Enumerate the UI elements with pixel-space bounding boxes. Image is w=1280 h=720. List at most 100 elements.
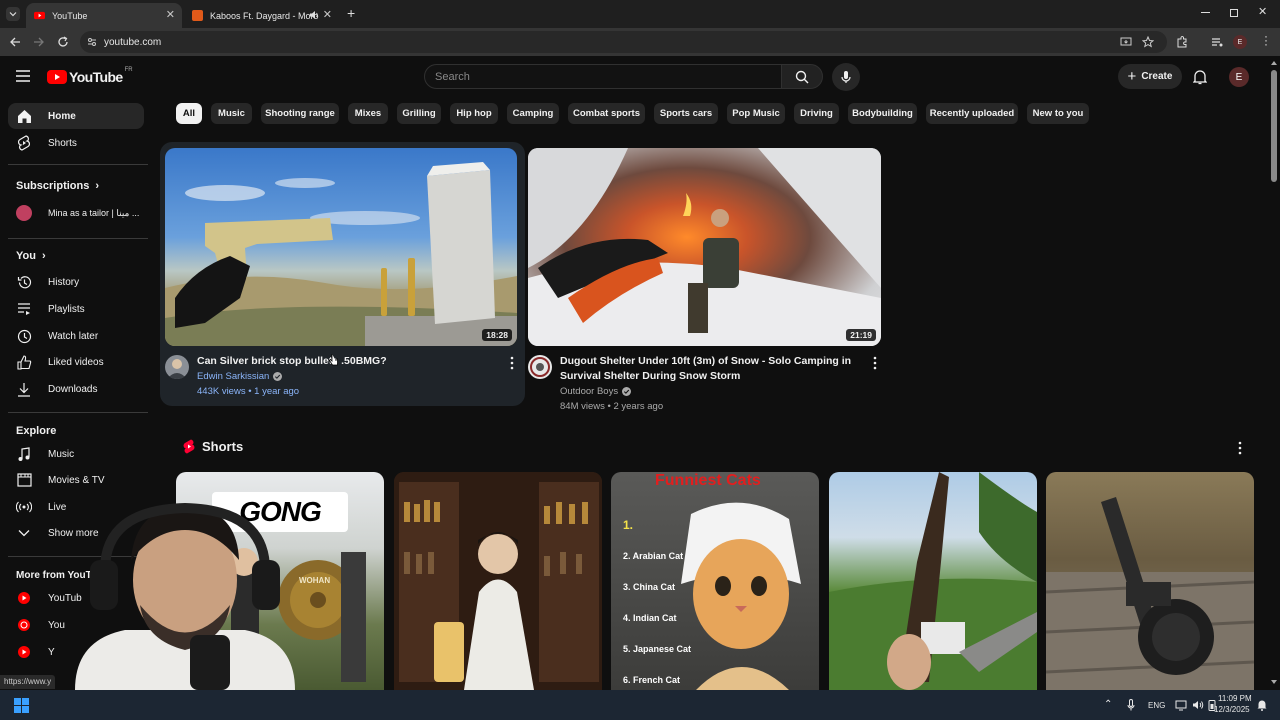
silver-brick-scene-image — [165, 162, 517, 346]
network-icon[interactable] — [1175, 699, 1187, 711]
profile-avatar[interactable]: E — [1233, 35, 1247, 49]
chip-camping[interactable]: Camping — [507, 103, 559, 124]
tab-search-button[interactable] — [6, 7, 20, 21]
browser-menu-icon[interactable]: · · · — [1264, 30, 1268, 50]
close-tab-icon[interactable]: ✕ — [166, 8, 175, 21]
cat-ranking-list: 1. 2. Arabian Cat 3. China Cat 4. Indian… — [623, 510, 691, 690]
you-label: You — [16, 250, 36, 262]
channel-name[interactable]: Outdoor Boys — [560, 384, 632, 399]
url-input[interactable]: youtube.com — [80, 31, 1167, 53]
scroll-down-arrow[interactable] — [1271, 680, 1277, 684]
reload-icon[interactable] — [56, 35, 70, 49]
chip-recently-uploaded[interactable]: Recently uploaded — [926, 103, 1018, 124]
sidebar-item-playlists[interactable]: Playlists — [8, 296, 144, 322]
scroll-up-arrow[interactable] — [1271, 61, 1277, 65]
close-window-icon[interactable]: ✕ — [1258, 5, 1267, 18]
tray-microphone-icon[interactable] — [1127, 699, 1135, 711]
create-button[interactable]: + Create — [1118, 64, 1182, 89]
streamer-webcam-image — [75, 502, 295, 690]
sidebar-item-shorts[interactable]: Shorts — [8, 130, 144, 156]
channel-avatar-icon — [530, 357, 550, 377]
channel-avatar[interactable] — [165, 355, 189, 379]
sidebar-item-downloads[interactable]: Downloads — [8, 376, 144, 402]
install-app-icon[interactable] — [1120, 36, 1132, 48]
subscriptions-header[interactable]: Subscriptions › — [16, 180, 99, 192]
chip-grilling[interactable]: Grilling — [397, 103, 441, 124]
channel-avatar[interactable] — [528, 355, 552, 379]
short-card[interactable] — [394, 472, 602, 690]
chip-combat-sports[interactable]: Combat sports — [568, 103, 645, 124]
chevron-right-icon: › — [41, 250, 46, 262]
notification-center-icon[interactable] — [1257, 699, 1267, 711]
more-actions-icon[interactable] — [507, 356, 517, 370]
chip-shooting-range[interactable]: Shooting range — [261, 103, 339, 124]
explore-label: Explore — [16, 425, 57, 437]
input-language[interactable]: ENG — [1148, 701, 1165, 710]
video-title-line-2[interactable]: Survival Shelter During Snow Storm — [560, 369, 860, 384]
hamburger-menu-icon[interactable] — [16, 70, 30, 82]
tab-kaboos[interactable]: Kaboos Ft. Daygard - Moro ✕ — [184, 3, 339, 28]
forward-icon[interactable] — [32, 35, 46, 49]
chip-music[interactable]: Music — [211, 103, 252, 124]
short-card[interactable] — [1046, 472, 1254, 690]
windows-start-icon[interactable] — [14, 698, 29, 713]
video-title[interactable]: Can Silver brick stop bullets .50BMG? — [197, 354, 497, 369]
page-scrollbar[interactable] — [1268, 56, 1280, 690]
history-icon — [17, 275, 31, 288]
video-title-line-1[interactable]: Dugout Shelter Under 10ft (3m) of Snow -… — [560, 354, 860, 369]
sidebar-item-label: Movies & TV — [48, 474, 105, 486]
short-card[interactable] — [829, 472, 1037, 690]
youtube-logo[interactable]: YouTube FR — [47, 67, 133, 85]
rank-3: 3. China Cat — [623, 582, 676, 592]
chip-sports-cars[interactable]: Sports cars — [654, 103, 718, 124]
tray-chevron-icon[interactable]: ⌃ — [1104, 699, 1112, 710]
sidebar-item-liked-videos[interactable]: Liked videos — [8, 349, 144, 375]
close-tab-icon[interactable]: ✕ — [323, 8, 332, 21]
clock-date[interactable]: 12/3/2025 — [1214, 705, 1250, 714]
voice-search-button[interactable] — [832, 63, 860, 91]
volume-icon[interactable] — [1192, 699, 1204, 711]
back-icon[interactable] — [8, 35, 22, 49]
video-metadata: 84M views • 2 years ago — [560, 401, 664, 412]
shorts-more-icon[interactable] — [1235, 441, 1245, 455]
account-avatar[interactable]: E — [1229, 67, 1249, 87]
site-info-icon[interactable] — [87, 37, 97, 47]
you-header[interactable]: You › — [16, 250, 46, 262]
sidebar-item-history[interactable]: History — [8, 269, 144, 295]
youtube-logo-icon — [47, 70, 67, 84]
sidebar-item-home[interactable]: Home — [8, 103, 144, 129]
rank-6: 6. French Cat — [623, 675, 681, 685]
sidebar-item-music[interactable]: Music — [8, 441, 144, 467]
sidebar-item-watch-later[interactable]: Watch later — [8, 323, 144, 349]
sidebar-item-movies[interactable]: Movies & TV — [8, 467, 144, 493]
clock-time[interactable]: 11:09 PM — [1218, 694, 1252, 703]
search-input[interactable]: Search — [424, 64, 782, 89]
restore-icon[interactable] — [1230, 9, 1238, 17]
bookmark-star-icon[interactable] — [1142, 36, 1154, 48]
notifications-bell-icon[interactable] — [1193, 69, 1207, 85]
video-thumbnail[interactable]: 21:19 — [528, 148, 881, 346]
new-tab-icon[interactable]: + — [347, 5, 355, 21]
more-actions-icon[interactable] — [870, 356, 880, 370]
explore-header: Explore — [16, 425, 56, 437]
chip-bodybuilding[interactable]: Bodybuilding — [848, 103, 917, 124]
minimize-icon[interactable] — [1201, 12, 1210, 13]
chip-pop-music[interactable]: Pop Music — [727, 103, 785, 124]
search-button[interactable] — [781, 64, 823, 89]
chip-mixes[interactable]: Mixes — [348, 103, 388, 124]
chip-all[interactable]: All — [176, 103, 202, 124]
extensions-icon[interactable] — [1175, 35, 1189, 49]
sidebar-divider — [8, 238, 148, 239]
short-card[interactable]: Funniest Cats 1. 2. Arabian Cat 3. China… — [611, 472, 819, 690]
speaker-icon[interactable] — [309, 10, 319, 20]
tab-youtube[interactable]: YouTube ✕ — [26, 3, 182, 28]
video-thumbnail[interactable]: 18:28 — [165, 148, 517, 346]
sidebar-item-subscription[interactable]: Mina as a tailor | مينا ... — [8, 200, 144, 226]
media-control-icon[interactable] — [1210, 35, 1224, 49]
scrollbar-thumb[interactable] — [1271, 70, 1277, 182]
mouse-cursor-icon — [329, 354, 338, 366]
chip-hip-hop[interactable]: Hip hop — [450, 103, 498, 124]
chip-driving[interactable]: Driving — [794, 103, 839, 124]
channel-name[interactable]: Edwin Sarkissian — [197, 369, 283, 384]
chip-new-to-you[interactable]: New to you — [1027, 103, 1089, 124]
